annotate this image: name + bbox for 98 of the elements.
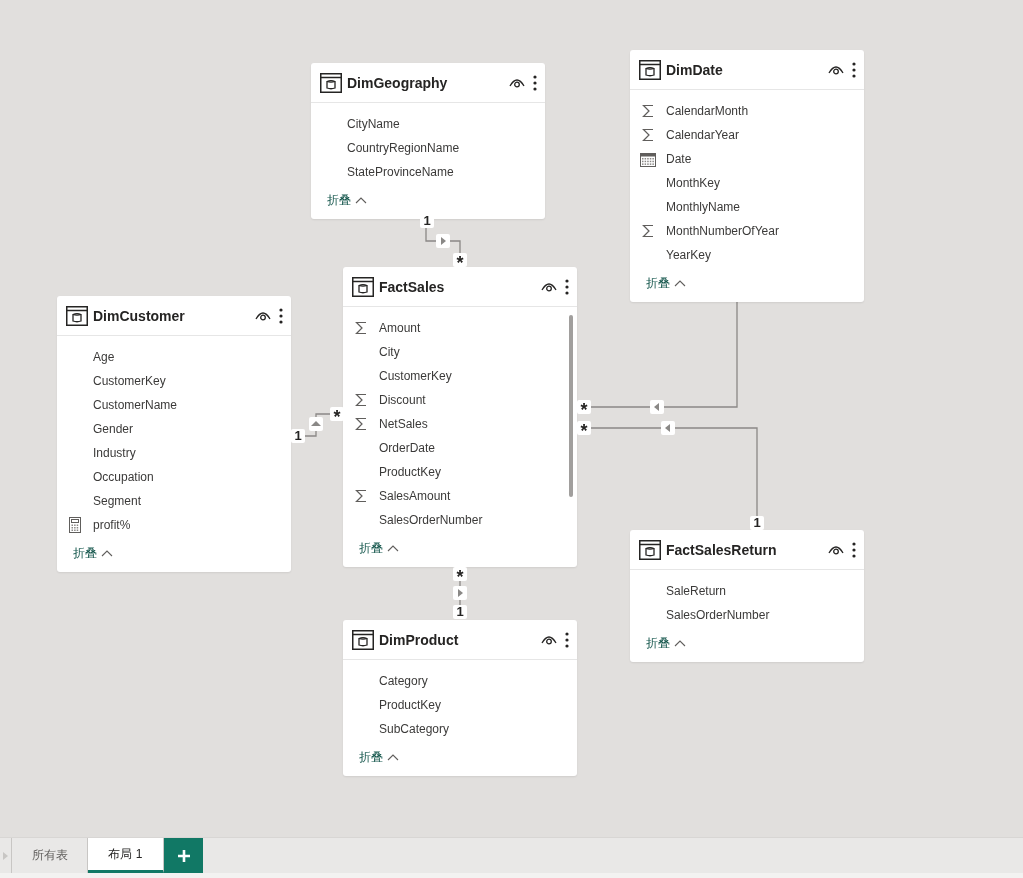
field-name[interactable]: Gender: [93, 422, 134, 436]
field-name[interactable]: SaleReturn: [666, 584, 727, 598]
field-name[interactable]: NetSales: [379, 417, 428, 431]
collapse-button[interactable]: 折叠: [327, 190, 367, 210]
sigma-icon: [642, 104, 654, 118]
field-name[interactable]: SubCategory: [379, 722, 450, 736]
more-icon[interactable]: [533, 74, 537, 91]
table-title: FactSalesReturn: [666, 541, 778, 558]
eye-icon[interactable]: [541, 634, 557, 645]
field-name[interactable]: Amount: [379, 321, 421, 335]
field-name[interactable]: CountryRegionName: [347, 141, 460, 155]
sigma-icon: [355, 321, 367, 335]
field-name[interactable]: SalesOrderNumber: [379, 513, 483, 527]
table-title: DimCustomer: [93, 307, 186, 324]
eye-icon[interactable]: [509, 77, 525, 88]
page-tab[interactable]: 布局 1: [88, 838, 164, 873]
sigma-icon: [642, 224, 654, 238]
table-card[interactable]: FactSales Amount City CustomerKey Discount NetSales OrderDate ProductKey SalesAmount SalesOrderNumber 折叠: [343, 267, 577, 567]
table-title: DimGeography: [347, 74, 449, 91]
collapse-button[interactable]: 折叠: [359, 538, 399, 558]
cardinality-label: 1: [750, 516, 764, 530]
chevron-up-icon: [387, 544, 399, 552]
field-name[interactable]: OrderDate: [379, 441, 436, 455]
more-icon[interactable]: [852, 541, 856, 558]
field-name[interactable]: SalesOrderNumber: [666, 608, 770, 622]
field-name[interactable]: CalendarMonth: [666, 104, 749, 118]
table-title: DimProduct: [379, 631, 460, 648]
chevron-up-icon: [674, 639, 686, 647]
scrollbar[interactable]: [569, 315, 573, 497]
field-name[interactable]: Segment: [93, 494, 142, 508]
field-name[interactable]: CityName: [347, 117, 400, 131]
relationship-line: [425, 227, 461, 254]
field-name[interactable]: Age: [93, 350, 115, 364]
cardinality-label: *: [453, 253, 467, 267]
plus-icon: [177, 849, 190, 862]
sigma-icon: [355, 417, 367, 431]
sigma-icon: [642, 128, 654, 142]
relationship-line: [304, 413, 331, 437]
collapse-button[interactable]: 折叠: [646, 633, 686, 653]
table-card[interactable]: DimProduct Category ProductKey SubCategory 折叠: [343, 620, 577, 776]
table-icon: [352, 276, 374, 297]
eye-icon[interactable]: [541, 281, 557, 292]
sigma-icon: [355, 393, 367, 407]
table-icon: [352, 629, 374, 650]
more-icon[interactable]: [279, 307, 283, 324]
field-name[interactable]: CalendarYear: [666, 128, 739, 142]
cardinality-label: *: [453, 567, 467, 581]
field-name[interactable]: Industry: [93, 446, 136, 460]
field-name[interactable]: ProductKey: [379, 698, 442, 712]
collapse-button[interactable]: 折叠: [359, 747, 399, 767]
table-icon: [66, 305, 88, 326]
table-card[interactable]: DimDate CalendarMonth CalendarYear Date MonthKey MonthlyName MonthNumberOfYear YearKey 折叠: [630, 50, 864, 302]
cardinality-label: 1: [291, 429, 305, 443]
table-icon: [639, 59, 661, 80]
more-icon[interactable]: [565, 278, 569, 295]
calculator-icon: [69, 517, 81, 533]
cardinality-label: 1: [453, 605, 467, 619]
field-name[interactable]: MonthNumberOfYear: [666, 224, 779, 238]
eye-icon[interactable]: [828, 64, 844, 75]
add-page-button[interactable]: [164, 838, 203, 873]
field-name[interactable]: Discount: [379, 393, 426, 407]
field-name[interactable]: StateProvinceName: [347, 165, 454, 179]
collapse-button[interactable]: 折叠: [73, 543, 113, 563]
chevron-up-icon: [101, 549, 113, 557]
field-name[interactable]: ProductKey: [379, 465, 442, 479]
eye-icon[interactable]: [255, 310, 271, 321]
relationship-line: [459, 580, 461, 606]
collapse-button[interactable]: 折叠: [646, 273, 686, 293]
calendar-icon: [640, 151, 656, 167]
field-name[interactable]: Occupation: [93, 470, 154, 484]
field-name[interactable]: MonthKey: [666, 176, 721, 190]
chevron-up-icon: [355, 196, 367, 204]
field-name[interactable]: CustomerKey: [379, 369, 452, 383]
field-name[interactable]: Category: [379, 674, 428, 688]
table-icon: [639, 539, 661, 560]
field-name[interactable]: profit%: [93, 518, 131, 532]
table-card[interactable]: FactSalesReturn SaleReturn SalesOrderNumber 折叠: [630, 530, 864, 662]
chevron-up-icon: [387, 753, 399, 761]
table-card[interactable]: DimCustomer Age CustomerKey CustomerName Gender Industry Occupation Segment profit% 折叠: [57, 296, 291, 572]
table-title: DimDate: [666, 61, 724, 78]
table-icon: [320, 72, 342, 93]
field-name[interactable]: MonthlyName: [666, 200, 741, 214]
field-name[interactable]: SalesAmount: [379, 489, 451, 503]
chevron-up-icon: [674, 279, 686, 287]
field-name[interactable]: CustomerName: [93, 398, 178, 412]
field-name[interactable]: CustomerKey: [93, 374, 166, 388]
field-name[interactable]: Date: [666, 152, 692, 166]
sigma-icon: [355, 489, 367, 503]
field-name[interactable]: City: [379, 345, 400, 359]
cardinality-label: 1: [420, 214, 434, 228]
field-name[interactable]: YearKey: [666, 248, 711, 262]
cardinality-label: *: [577, 400, 591, 414]
cardinality-label: *: [330, 407, 344, 421]
cardinality-label: *: [577, 421, 591, 435]
eye-icon[interactable]: [828, 544, 844, 555]
table-title: FactSales: [379, 278, 446, 295]
more-icon[interactable]: [565, 631, 569, 648]
more-icon[interactable]: [852, 61, 856, 78]
